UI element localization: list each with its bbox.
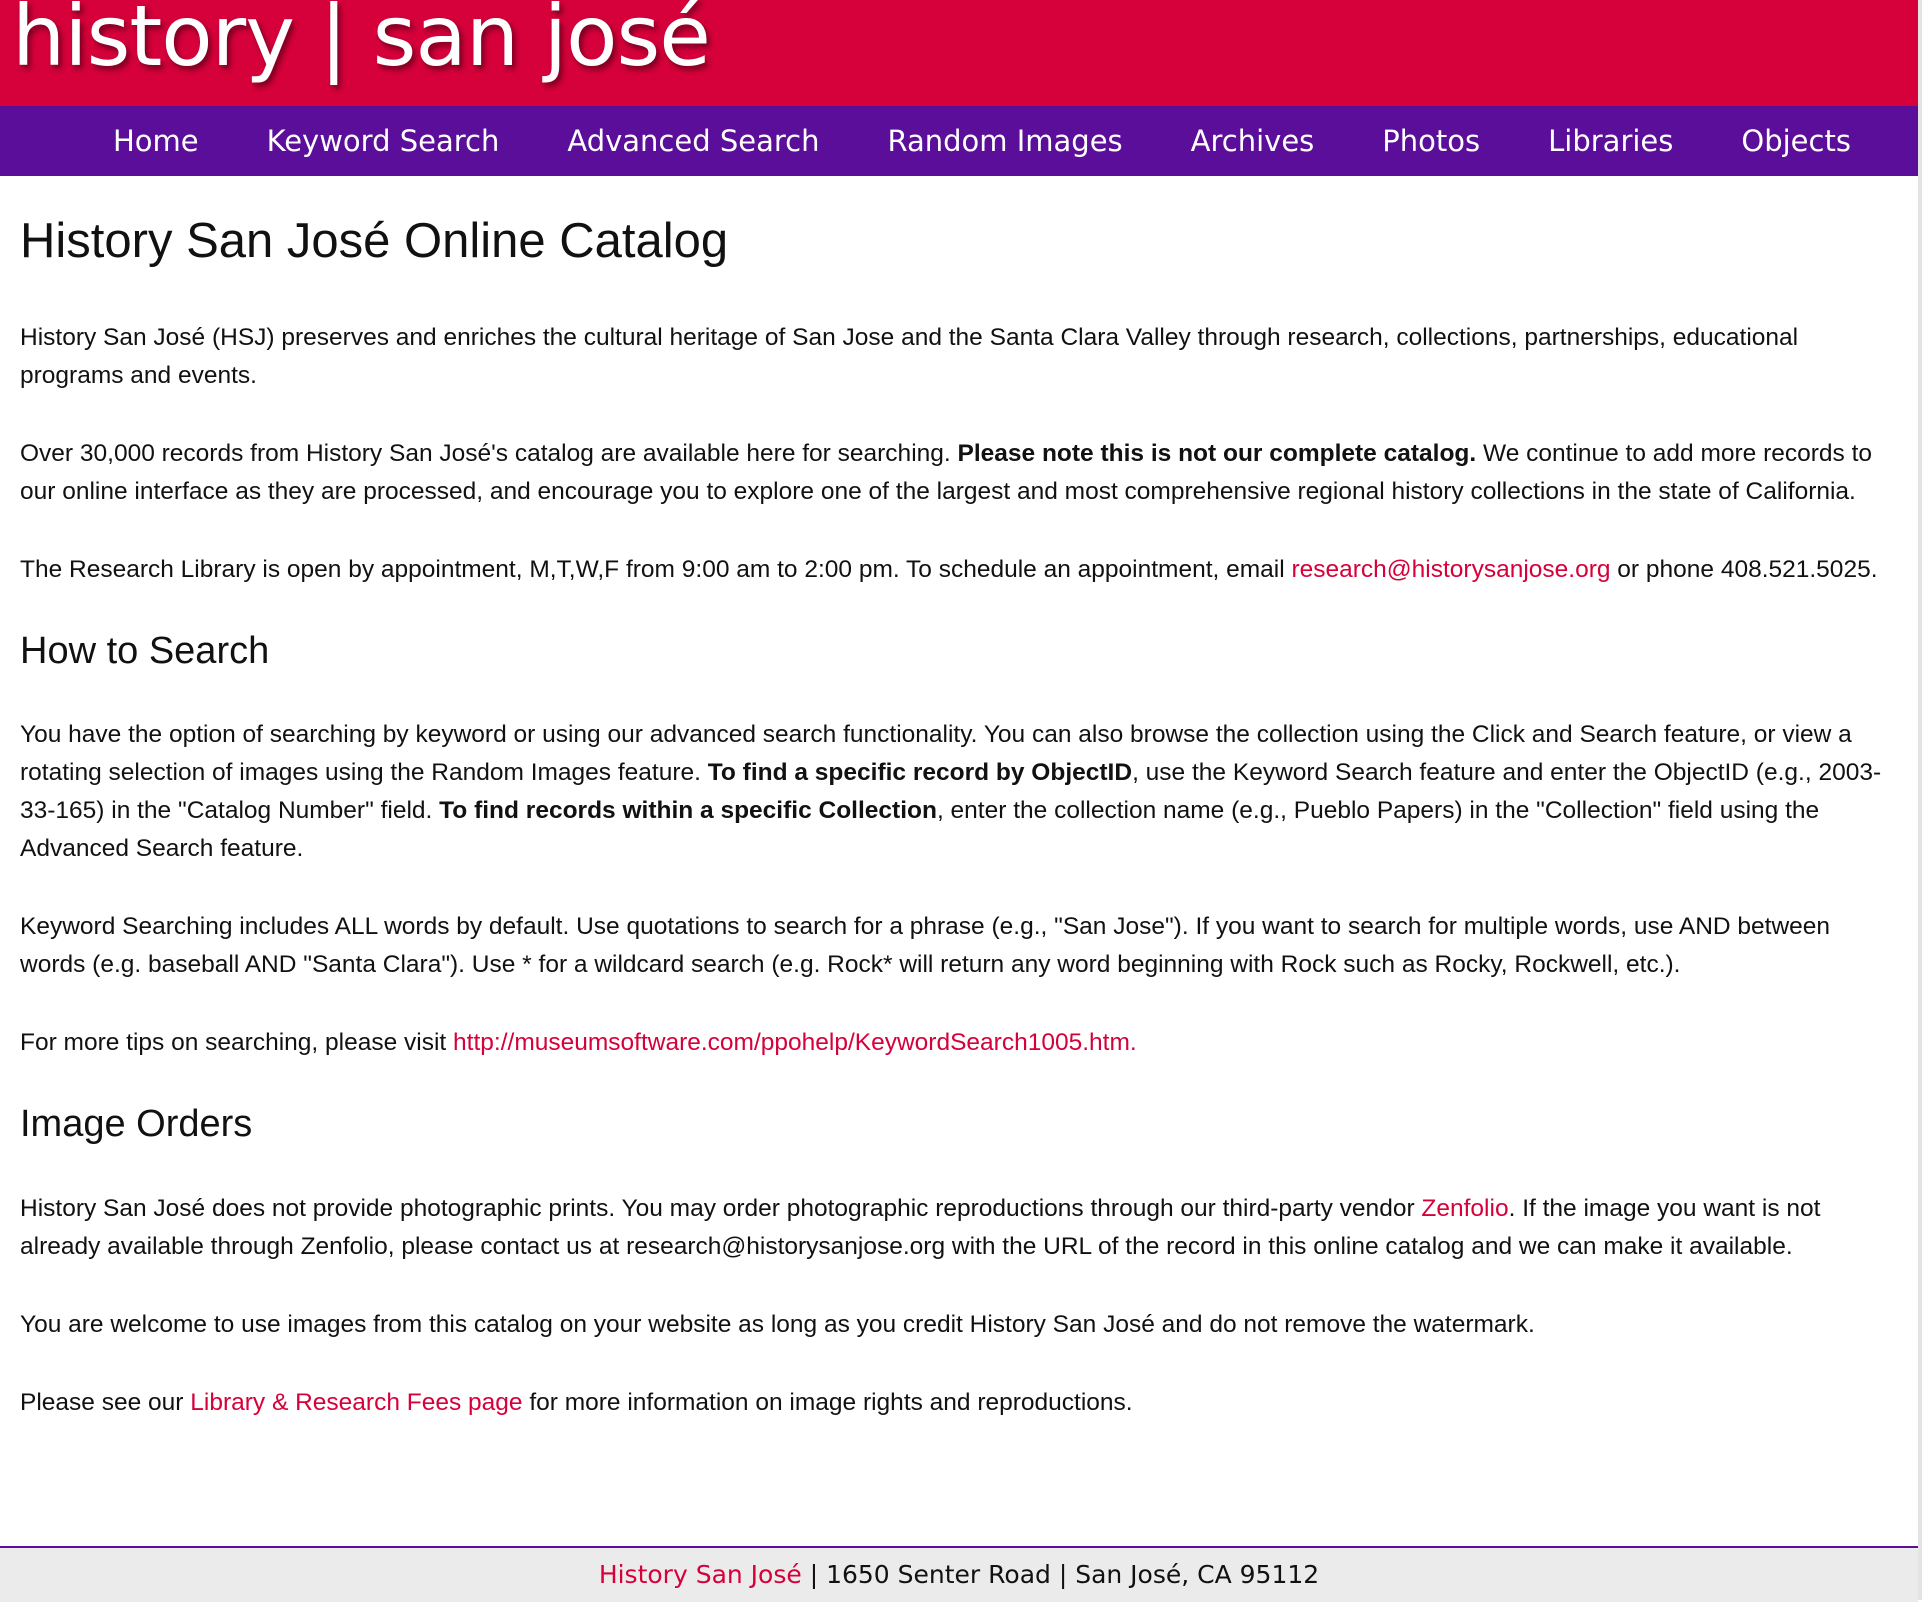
library-hours-paragraph: The Research Library is open by appointm… [20, 551, 1898, 589]
footer-address: | 1650 Senter Road | San José, CA 95112 [801, 1560, 1320, 1589]
objectid-tip-bold: To find a specific record by ObjectID [707, 759, 1133, 787]
library-hours-text-a: The Research Library is open by appointm… [20, 555, 1292, 583]
nav-libraries[interactable]: Libraries [1548, 124, 1673, 158]
more-tips-paragraph: For more tips on searching, please visit… [20, 1024, 1898, 1062]
nav-archives[interactable]: Archives [1191, 124, 1315, 158]
nav-keyword-search[interactable]: Keyword Search [267, 124, 500, 158]
library-hours-text-b: or phone 408.521.5025. [1610, 555, 1878, 583]
collection-tip-bold: To find records within a specific Collec… [439, 797, 937, 825]
prints-paragraph: History San José does not provide photog… [20, 1190, 1898, 1266]
page-title: History San José Online Catalog [20, 214, 729, 268]
records-text-a: Over 30,000 records from History San Jos… [20, 439, 958, 467]
main-nav: Home Keyword Search Advanced Search Rand… [0, 106, 1918, 176]
intro-text: History San José (HSJ) preserves and enr… [20, 323, 1799, 389]
main-content: History San José Online Catalog History … [0, 212, 1918, 1422]
intro-paragraph: History San José (HSJ) preserves and enr… [20, 319, 1898, 395]
zenfolio-link[interactable]: Zenfolio [1421, 1195, 1508, 1222]
image-orders-heading: Image Orders [20, 1103, 253, 1146]
fees-paragraph: Please see our Library & Research Fees p… [20, 1384, 1898, 1422]
site-logo[interactable]: history | san josé [12, 0, 711, 87]
how-to-search-heading: How to Search [20, 629, 270, 672]
nav-photos[interactable]: Photos [1382, 124, 1480, 158]
records-note-bold: Please note this is not our complete cat… [957, 439, 1477, 467]
nav-advanced-search[interactable]: Advanced Search [567, 124, 819, 158]
fees-text-a: Please see our [20, 1388, 191, 1416]
page: history | san josé Home Keyword Search A… [0, 0, 1922, 1602]
nav-random-images[interactable]: Random Images [887, 124, 1122, 158]
fees-page-link[interactable]: Library & Research Fees page [190, 1389, 522, 1416]
keyword-tips-text: Keyword Searching includes ALL words by … [20, 913, 1831, 979]
nav-home[interactable]: Home [113, 124, 199, 158]
site-header: history | san josé [0, 0, 1918, 106]
nav-objects[interactable]: Objects [1741, 124, 1851, 158]
records-paragraph: Over 30,000 records from History San Jos… [20, 435, 1898, 511]
fees-text-b: for more information on image rights and… [522, 1388, 1133, 1416]
watermark-paragraph: You are welcome to use images from this … [20, 1306, 1898, 1344]
search-options-paragraph: You have the option of searching by keyw… [20, 716, 1898, 868]
prints-text-a: History San José does not provide photog… [20, 1194, 1422, 1222]
site-footer: History San José | 1650 Senter Road | Sa… [0, 1546, 1918, 1602]
search-help-link[interactable]: http://museumsoftware.com/ppohelp/Keywor… [453, 1029, 1137, 1056]
more-tips-text: For more tips on searching, please visit [20, 1029, 454, 1057]
research-email-link[interactable]: research@historysanjose.org [1291, 556, 1610, 583]
keyword-tips-paragraph: Keyword Searching includes ALL words by … [20, 908, 1898, 984]
watermark-text: You are welcome to use images from this … [20, 1310, 1535, 1338]
footer-org-link[interactable]: History San José [599, 1560, 802, 1589]
